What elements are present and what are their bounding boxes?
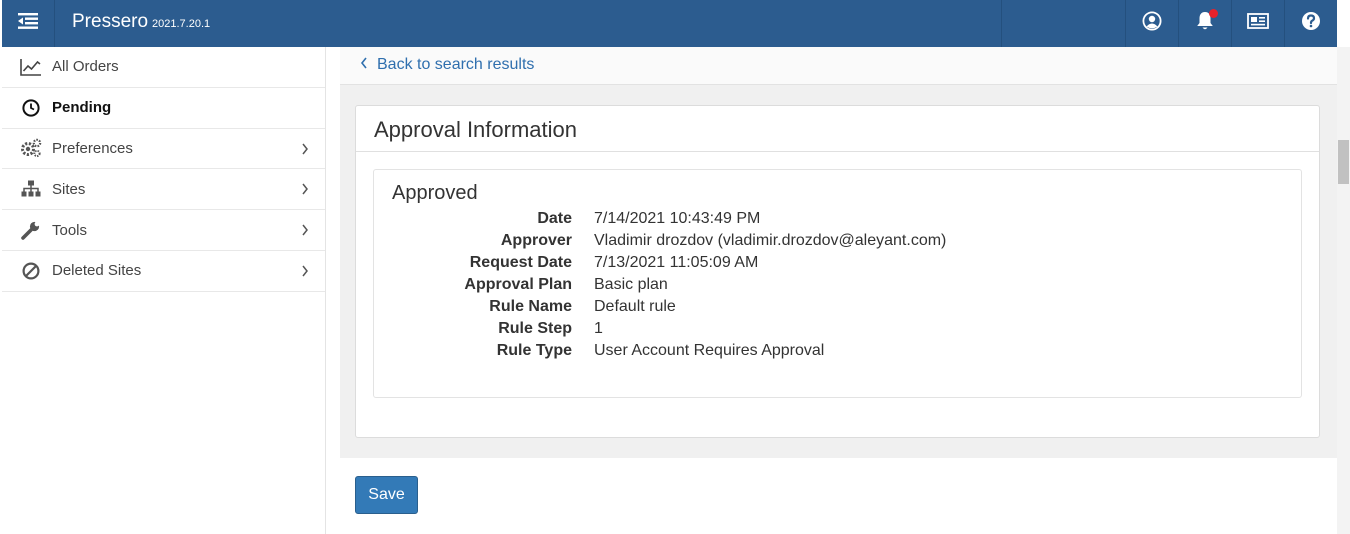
action-footer: Save (340, 458, 1337, 534)
approval-information-panel: Approval Information Approved Date 7/14/… (355, 105, 1320, 438)
field-row-approval-plan: Approval Plan Basic plan (374, 274, 1301, 296)
user-icon (1142, 11, 1162, 36)
sidebar-item-tools[interactable]: Tools (2, 210, 325, 251)
gears-icon (19, 136, 43, 160)
top-navbar: Pressero 2021.7.20.1 (2, 0, 1337, 47)
field-label: Rule Name (489, 298, 572, 315)
back-link-label: Back to search results (377, 56, 535, 73)
sidebar-item-label: All Orders (52, 58, 119, 76)
chevron-right-icon (301, 223, 309, 240)
user-button[interactable] (1125, 0, 1178, 47)
field-label: Approval Plan (464, 276, 572, 293)
page-scrollbar[interactable] (1337, 47, 1350, 534)
notification-dot (1209, 9, 1218, 18)
field-value: Default rule (594, 298, 676, 315)
field-value: User Account Requires Approval (594, 342, 825, 359)
field-value: Basic plan (594, 276, 668, 293)
help-button[interactable] (1284, 0, 1337, 47)
topbar-divider (1001, 0, 1002, 47)
app-version: 2021.7.20.1 (152, 18, 211, 30)
save-button[interactable]: Save (355, 476, 418, 514)
chart-line-icon (19, 55, 43, 79)
approval-details-card: Approved Date 7/14/2021 10:43:49 PM Appr… (373, 169, 1302, 398)
field-label: Request Date (469, 254, 572, 271)
notifications-button[interactable] (1178, 0, 1231, 47)
panel-title: Approval Information (356, 106, 1319, 152)
main-content: Back to search results Approval Informat… (340, 47, 1337, 534)
sidebar-item-label: Preferences (52, 139, 133, 157)
news-icon (1247, 13, 1269, 34)
field-label: Approver (500, 232, 572, 249)
sidebar-item-label: Pending (52, 99, 112, 117)
field-row-rule-name: Rule Name Default rule (374, 296, 1301, 318)
back-bar: Back to search results (340, 47, 1337, 85)
field-row-request-date: Request Date 7/13/2021 11:05:09 AM (374, 252, 1301, 274)
field-row-approver: Approver Vladimir drozdov (vladimir.droz… (374, 230, 1301, 252)
clock-icon (19, 96, 43, 120)
sitemap-icon (19, 177, 43, 201)
menu-toggle-icon (18, 13, 38, 34)
app-name: Pressero (72, 11, 149, 32)
ban-icon (19, 259, 43, 283)
brand[interactable]: Pressero 2021.7.20.1 (72, 11, 210, 33)
sidebar-item-all-orders[interactable]: All Orders (2, 47, 325, 88)
field-row-rule-step: Rule Step 1 (374, 318, 1301, 340)
sidebar-item-label: Tools (52, 221, 88, 239)
back-to-search-link[interactable]: Back to search results (360, 56, 534, 74)
wrench-icon (19, 218, 43, 242)
field-value: 7/13/2021 11:05:09 AM (594, 254, 759, 271)
field-value: 7/14/2021 10:43:49 PM (594, 210, 761, 227)
topbar-actions (1125, 0, 1337, 47)
chevron-right-icon (301, 142, 309, 159)
approval-fields: Date 7/14/2021 10:43:49 PM Approver Vlad… (374, 208, 1301, 362)
help-icon (1301, 11, 1321, 36)
field-label: Rule Step (498, 320, 572, 337)
scrollbar-thumb[interactable] (1338, 140, 1349, 184)
menu-toggle-button[interactable] (2, 0, 55, 47)
news-button[interactable] (1231, 0, 1284, 47)
approval-status-title: Approved (392, 182, 478, 204)
field-value: 1 (594, 320, 603, 337)
sidebar-item-deleted-sites[interactable]: Deleted Sites (2, 251, 325, 292)
sidebar-item-label: Sites (52, 180, 86, 198)
field-row-rule-type: Rule Type User Account Requires Approval (374, 340, 1301, 362)
sidebar-item-label: Deleted Sites (52, 262, 142, 280)
sidebar-item-sites[interactable]: Sites (2, 169, 325, 211)
field-label: Date (537, 210, 572, 227)
chevron-right-icon (301, 264, 309, 281)
sidebar-item-pending[interactable]: Pending (2, 88, 325, 129)
field-label: Rule Type (496, 342, 572, 359)
sidebar-item-preferences[interactable]: Preferences (2, 129, 325, 170)
field-row-date: Date 7/14/2021 10:43:49 PM (374, 208, 1301, 230)
chevron-left-icon (360, 56, 377, 74)
sidebar: All Orders Pending Preferences Sites Too… (2, 47, 326, 534)
field-value: Vladimir drozdov (vladimir.drozdov@aleya… (594, 232, 947, 249)
chevron-right-icon (301, 182, 309, 199)
